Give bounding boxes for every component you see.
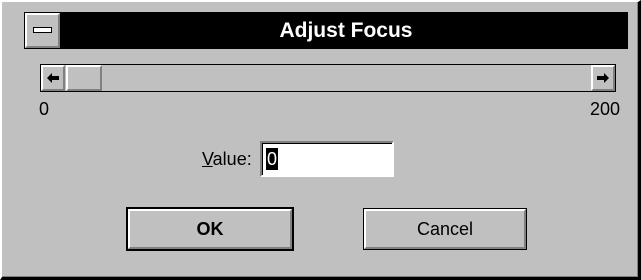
dialog-window: Adjust Focus 0 200 Value: 0 OK Cancel (0, 0, 641, 280)
system-menu-button[interactable] (25, 13, 60, 48)
title-bar[interactable]: Adjust Focus (24, 12, 628, 49)
scroll-right-button[interactable] (591, 65, 615, 91)
value-label-rest: alue: (212, 149, 252, 169)
value-label-mnemonic: V (202, 149, 213, 169)
value-input[interactable] (260, 141, 394, 177)
system-menu-icon (33, 27, 52, 33)
scroll-thumb[interactable] (66, 65, 102, 91)
left-arrow-icon (47, 73, 59, 83)
value-label: Value: (202, 149, 252, 170)
scrollbar-min-label: 0 (39, 99, 50, 119)
cancel-button[interactable]: Cancel (363, 208, 527, 250)
focus-scrollbar[interactable] (40, 64, 616, 92)
scroll-left-button[interactable] (41, 65, 65, 91)
value-input-text: 0 (266, 148, 279, 170)
ok-button[interactable]: OK (126, 207, 294, 251)
window-title: Adjust Focus (279, 19, 413, 42)
right-arrow-icon (597, 73, 609, 83)
scrollbar-max-label: 200 (589, 99, 620, 119)
